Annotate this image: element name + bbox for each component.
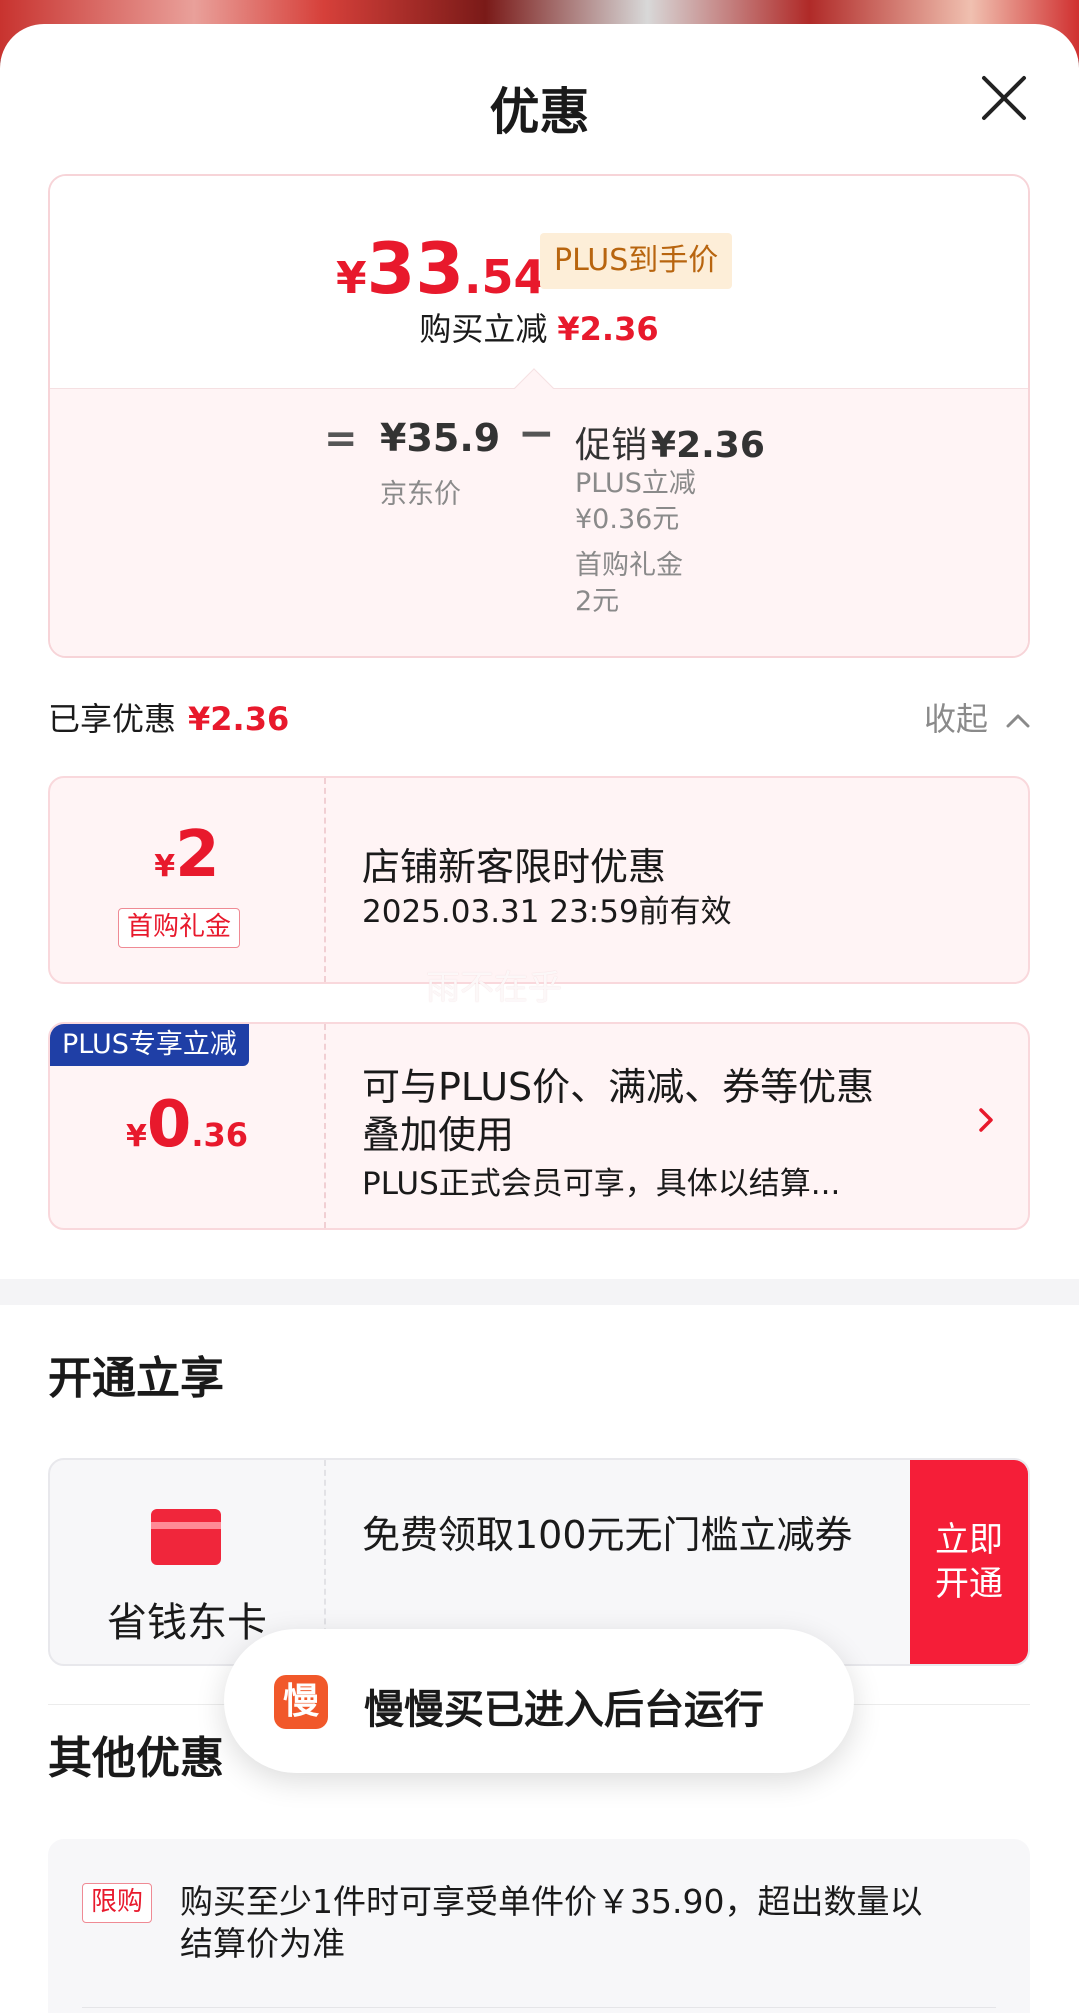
background-running-toast: 慢 慢慢买已进入后台运行 [224,1629,854,1773]
box-divider [82,2007,996,2008]
collapse-toggle[interactable]: 收起 [924,694,1032,740]
coupon-currency: ¥ [154,849,176,884]
final-price-decimal: .54 [464,250,546,304]
coupon-amount-decimal: .36 [191,1116,249,1154]
coupon-validity: 2025.03.31 23:59前有效 [362,894,732,930]
promo-item-name: 首购礼金 [575,550,683,581]
minus-sign: − [518,408,555,459]
chevron-right-glyph [979,1108,993,1132]
card-icon [150,1508,222,1570]
coupon-description: PLUS正式会员可享，具体以结算... [362,1166,841,1202]
open-now-button[interactable]: 立即 开通 [910,1460,1028,1664]
chevron-up-icon [1006,714,1030,728]
coupon-divider [324,778,326,982]
promotion-label: 促销 [575,425,648,466]
open-button-line2: 开通 [935,1564,1003,1604]
promo-item-value: ¥0.36元 [575,504,680,535]
plus-exclusive-badge: PLUS专享立减 [50,1024,249,1066]
card-offer-description: 免费领取100元无门槛立减券 [362,1513,853,1557]
chevron-right-icon[interactable] [976,1104,996,1140]
limit-tag: 限购 [82,1883,153,1923]
final-price-area: ¥33.54 PLUS到手价 购买立减 ¥2.36 [50,176,1028,388]
instant-reduction: 购买立减 ¥2.36 [50,304,1028,350]
credit-card-icon [151,1509,221,1565]
promotion-total: 促销 ¥2.36 [575,416,765,468]
watermark-text: 雨不在乎 [426,968,562,1008]
plus-price-tag: PLUS到手价 [540,233,733,289]
coupon-divider [324,1024,326,1228]
equals-sign: = [324,416,358,462]
promo-item-value: 2元 [575,586,620,617]
open-section-title: 开通立享 [48,1353,224,1404]
sheet-title: 优惠 [489,83,590,141]
coupon-title-line1: 可与PLUS价、满减、券等优惠 [362,1065,875,1109]
coupon-title: 店铺新客限时优惠 [362,845,667,889]
enjoyed-label: 已享优惠 [48,700,177,738]
promo-item-name: PLUS立减 [575,468,696,499]
discount-sheet: 优惠 ¥33.54 PLUS到手价 购买立减 ¥2.36 = ¥35.9 京东价 … [0,24,1079,2013]
final-price: ¥33.54 [336,228,546,310]
coupon-title-line2: 叠加使用 [362,1113,515,1157]
coupon-type-tag: 首购礼金 [118,908,241,948]
toast-message: 慢慢买已进入后台运行 [364,1687,764,1733]
collapse-label: 收起 [924,700,989,738]
enjoyed-discount: 已享优惠 ¥2.36 [48,694,289,740]
jd-price-label: 京东价 [380,479,461,510]
instant-reduction-amount: ¥2.36 [557,310,659,348]
enjoyed-amount: ¥2.36 [188,700,290,738]
coupon-amount: ¥0.36 [50,1088,324,1162]
other-section-title: 其他优惠 [48,1733,224,1784]
app-logo-icon: 慢 [274,1675,328,1729]
open-button-line1: 立即 [935,1520,1003,1560]
coupon-card-new-customer[interactable]: ¥2 首购礼金 店铺新客限时优惠 2025.03.31 23:59前有效 [48,776,1030,984]
limit-description: 购买至少1件时可享受单件价￥35.90，超出数量以结算价为准 [180,1882,923,1963]
section-separator [0,1279,1079,1305]
close-icon [982,76,1026,120]
coupon-amount-integer: 0 [146,1088,192,1162]
final-price-integer: 33 [366,228,465,310]
coupon-currency: ¥ [125,1119,147,1154]
coupon-amount: ¥2 [50,818,324,892]
price-breakdown-card: ¥33.54 PLUS到手价 购买立减 ¥2.36 = ¥35.9 京东价 − 促… [48,174,1030,658]
jd-price-value: ¥35.9 [380,416,501,460]
instant-reduction-label: 购买立减 [419,310,548,348]
final-price-currency: ¥ [336,253,367,304]
promotion-amount: ¥2.36 [651,425,765,466]
purchase-limit-box: 限购 购买至少1件时可享受单件价￥35.90，超出数量以结算价为准 [48,1839,1030,2013]
close-button[interactable] [976,70,1032,126]
coupon-card-plus[interactable]: PLUS专享立减 ¥0.36 可与PLUS价、满减、券等优惠 叠加使用 PLUS… [48,1022,1030,1230]
coupon-amount-integer: 2 [175,818,220,892]
